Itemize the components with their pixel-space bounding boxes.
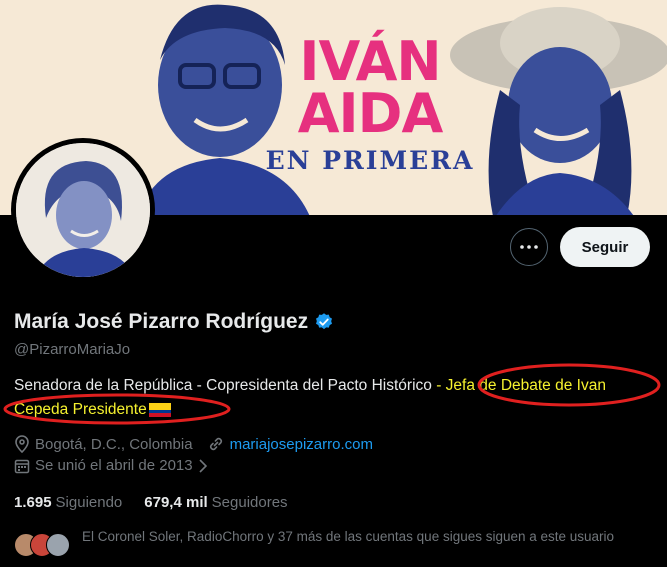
banner-line-1: IVÁN — [299, 30, 441, 93]
follow-button[interactable]: Seguir — [560, 227, 650, 267]
link-icon — [207, 435, 225, 453]
verified-badge-icon[interactable] — [314, 312, 334, 332]
profile-meta-row-2: Se unió el abril de 2013 — [14, 457, 212, 474]
banner-line-2: AIDA — [297, 82, 444, 145]
followers-stat[interactable]: 679,4 mil Seguidores — [144, 494, 287, 511]
followers-count: 679,4 mil — [144, 494, 208, 511]
followers-you-know-text: El Coronel Soler, RadioChorro y 37 más d… — [82, 529, 615, 544]
profile-stats: 1.695 Siguiendo 679,4 mil Seguidores — [14, 494, 310, 511]
following-stat[interactable]: 1.695 Siguiendo — [14, 494, 122, 511]
profile-handle: @PizarroMariaJo — [14, 341, 131, 358]
location-pin-icon — [14, 435, 30, 453]
profile-meta-row-1: Bogotá, D.C., Colombia mariajosepizarro.… — [14, 435, 373, 453]
profile-name-row: María José Pizarro Rodríguez — [14, 310, 334, 334]
banner-line-3: EN PRIMERA — [265, 146, 475, 175]
profile-name: María José Pizarro Rodríguez — [14, 310, 309, 333]
mutual-avatar — [46, 533, 70, 557]
colombia-flag-icon — [148, 402, 171, 417]
mutual-avatars — [14, 533, 70, 557]
profile-website-link[interactable]: mariajosepizarro.com — [230, 436, 373, 453]
profile-bio: Senadora de la República - Copresidenta … — [14, 374, 659, 422]
avatar-image — [16, 143, 150, 277]
more-options-button[interactable] — [510, 228, 548, 266]
avatar[interactable] — [11, 138, 155, 282]
following-count: 1.695 — [14, 494, 52, 511]
chevron-right-icon[interactable] — [199, 458, 207, 473]
profile-joined-date[interactable]: Se unió el abril de 2013 — [35, 457, 193, 474]
bio-text: Senadora de la República - Copresidenta … — [14, 377, 432, 394]
ellipsis-icon — [520, 245, 538, 249]
followers-you-know[interactable]: El Coronel Soler, RadioChorro y 37 más d… — [14, 527, 654, 557]
banner-headline: IVÁN AIDA EN PRIMERA — [250, 30, 490, 176]
profile-location: Bogotá, D.C., Colombia — [35, 435, 193, 453]
calendar-icon — [14, 458, 30, 474]
following-label: Siguiendo — [55, 494, 123, 511]
followers-label: Seguidores — [211, 494, 288, 511]
